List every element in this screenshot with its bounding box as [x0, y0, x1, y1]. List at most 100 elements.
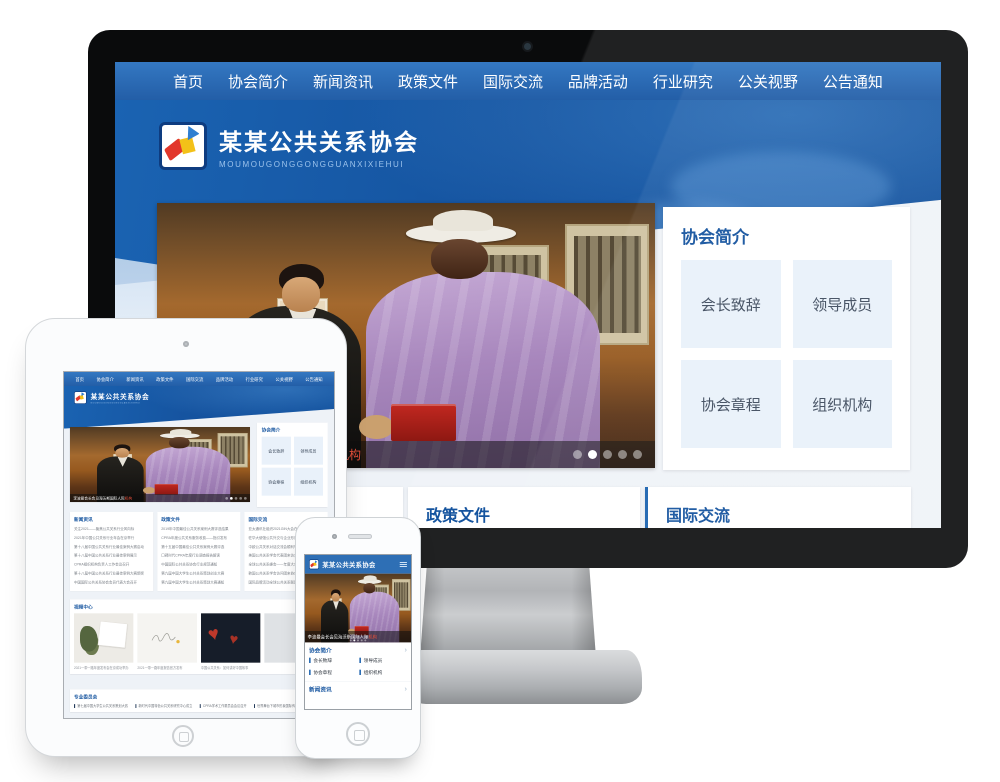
video-caption[interactable]: 中国公共关系：如何讲好中国故事: [201, 665, 260, 670]
nav-item-news[interactable]: 新闻资讯: [313, 71, 373, 92]
policy-list-item[interactable]: 第九届中国大学生公共关系策划大赛通知: [161, 578, 236, 587]
phone-home-button[interactable]: [346, 722, 370, 746]
about-link-charter[interactable]: 协会章程: [681, 360, 781, 448]
committee-link[interactable]: ▌新时代中国特色公共关系研究中心成立: [135, 703, 192, 708]
about-panel: 协会简介 会长致辞 领导成员 协会章程 组织机构: [663, 207, 910, 470]
about-link-chairman[interactable]: 会长致辞: [262, 437, 291, 465]
news-column: 新闻资讯 关注2021——聚焦公共关系行业风向标 2021年中国公共关系行业年会…: [70, 512, 153, 591]
committee-section-title: 专业委员会: [74, 693, 324, 700]
about-link-chairman[interactable]: 会长致辞: [309, 657, 357, 664]
nav-item-brand[interactable]: 品牌活动: [568, 71, 628, 92]
news-list-item[interactable]: 第十八届中国公共关系行业最佳案例大赛启动: [74, 543, 149, 552]
carousel-dot[interactable]: [603, 450, 612, 459]
logo-subtitle: MOUMOUGONGGONGGUANXIXIEHUI: [219, 160, 419, 169]
about-link-leaders[interactable]: 领导成员: [294, 437, 323, 465]
nav-item-international[interactable]: 国际交流: [186, 376, 203, 382]
policy-list-item[interactable]: 第九届中国大学生公共关系策划创业大赛: [161, 569, 236, 578]
video-thumb-hearts[interactable]: ♥♥: [201, 613, 260, 662]
phone-screen: 某某公共关系协会 李波曼会长会见海沃斯国际人际机构: [304, 554, 412, 710]
video-caption[interactable]: 2021一带一路年度发布会在京成功举办: [74, 665, 133, 670]
carousel-dot[interactable]: [633, 450, 642, 459]
committee-link[interactable]: ▌CPRA学术工作委员会会议召开: [200, 703, 247, 708]
news-list-item[interactable]: 2021年中国公共关系行业年会在京举行: [74, 534, 149, 543]
about-link-chairman[interactable]: 会长致辞: [681, 260, 781, 348]
carousel-dot[interactable]: [235, 497, 238, 500]
carousel-dot[interactable]: [357, 639, 359, 641]
video-caption[interactable]: 2021一带一路年度报告官方发布: [137, 665, 196, 670]
carousel-dot[interactable]: [239, 497, 242, 500]
news-list-item[interactable]: CPRA组织机构负责人工作会议召开: [74, 560, 149, 569]
nav-item-research[interactable]: 行业研究: [246, 376, 263, 382]
carousel-dot[interactable]: [225, 497, 228, 500]
carousel-dot-active[interactable]: [230, 497, 233, 500]
video-thumb-flatlay[interactable]: [74, 613, 133, 662]
logo-flag-icon: [74, 391, 87, 404]
about-link-charter[interactable]: 协会章程: [262, 468, 291, 496]
carousel-dot-active[interactable]: [588, 450, 597, 459]
chevron-right-icon: ›: [405, 646, 407, 653]
news-column-title: 新闻资讯: [74, 516, 149, 523]
logo-title: 某某公共关系协会: [322, 560, 375, 569]
about-link-org[interactable]: 组织机构: [793, 360, 893, 448]
phone-camera-icon: [332, 534, 337, 539]
news-list-item[interactable]: 关注2021——聚焦公共关系行业风向标: [74, 525, 149, 534]
committee-link[interactable]: ▌第七届中国大学生公共关系策划大赛: [74, 703, 128, 708]
news-list-item[interactable]: 第十八届中国公共关系行业最佳案例大赛颁奖: [74, 569, 149, 578]
video-thumb-note[interactable]: [137, 613, 196, 662]
nav-item-brand[interactable]: 品牌活动: [216, 376, 233, 382]
policy-list-item[interactable]: 中国国际公共关系协会行业规范通知: [161, 560, 236, 569]
nav-item-notice[interactable]: 公告通知: [823, 71, 883, 92]
about-link-leaders[interactable]: 领导成员: [359, 657, 407, 664]
news-list-item[interactable]: 第十八届中国公共关系行业最佳案例展示: [74, 551, 149, 560]
site-logo[interactable]: 某某公共关系协会 MOUMOUGONGGONGGUANXIXIEHUI: [159, 122, 419, 170]
hamburger-menu-icon[interactable]: [400, 561, 407, 568]
nav-item-about[interactable]: 协会简介: [228, 71, 288, 92]
about-link-leaders[interactable]: 领导成员: [793, 260, 893, 348]
policy-list-item[interactable]: 第十五届中国最佳公共关系案例大赛评选: [161, 543, 236, 552]
policy-list-item[interactable]: CPRA年度公共关系服务收费——指引发布: [161, 534, 236, 543]
site-logo[interactable]: 某某公共关系协会 MOUMOUGONGGONGGUANXIXIEHUI: [74, 391, 149, 404]
hero-carousel-slide[interactable]: 李波曼会长会见海沃斯国际人际机构: [70, 427, 250, 502]
tablet-camera-icon: [183, 341, 189, 347]
about-panel-title: 协会简介: [681, 223, 892, 248]
policy-list-item[interactable]: 2019年中国最佳公共关系案例大赛评选结果: [161, 525, 236, 534]
tablet-home-button[interactable]: [172, 725, 194, 747]
policy-column: 政策文件 2019年中国最佳公共关系案例大赛评选结果 CPRA年度公共关系服务收…: [157, 512, 240, 591]
logo-flag-icon: [159, 122, 207, 170]
webcam-icon: [524, 43, 531, 50]
nav-item-news[interactable]: 新闻资讯: [126, 376, 143, 382]
carousel-dot[interactable]: [573, 450, 582, 459]
news-section-header[interactable]: 新闻资讯 ›: [305, 681, 411, 696]
carousel-dot[interactable]: [361, 639, 363, 641]
about-panel: 协会简介 会长致辞 领导成员 协会章程 组织机构: [257, 423, 328, 507]
main-navbar: 首页 协会简介 新闻资讯 政策文件 国际交流 品牌活动 行业研究 公关视野 公告…: [115, 62, 941, 100]
about-link-org[interactable]: 组织机构: [359, 669, 407, 676]
nav-item-vision[interactable]: 公关视野: [738, 71, 798, 92]
nav-item-vision[interactable]: 公关视野: [275, 376, 292, 382]
carousel-dot[interactable]: [244, 497, 247, 500]
nav-item-policy[interactable]: 政策文件: [156, 376, 173, 382]
news-list-item[interactable]: 中国国际公共关系协会会员代表大会召开: [74, 578, 149, 587]
logo-subtitle: MOUMOUGONGGONGGUANXIXIEHUI: [91, 402, 150, 404]
monitor-stand-base: [406, 650, 642, 704]
carousel-caption: 李波曼会长会见海沃斯国际人际机构: [70, 494, 250, 502]
nav-item-about[interactable]: 协会简介: [96, 376, 113, 382]
carousel-dot[interactable]: [350, 639, 352, 641]
about-link-charter[interactable]: 协会章程: [309, 669, 357, 676]
nav-item-policy[interactable]: 政策文件: [398, 71, 458, 92]
about-section-header[interactable]: 协会简介 ›: [305, 642, 411, 657]
phone-header: 某某公共关系协会: [305, 555, 411, 574]
nav-item-international[interactable]: 国际交流: [483, 71, 543, 92]
nav-item-home[interactable]: 首页: [173, 71, 203, 92]
nav-item-home[interactable]: 首页: [75, 376, 84, 382]
policy-list-item[interactable]: 口碑时代CPRA年度行业调查报告解读: [161, 551, 236, 560]
hero-carousel-slide[interactable]: 李波曼会长会见海沃斯国际人际机构: [305, 574, 411, 643]
carousel-dot[interactable]: [618, 450, 627, 459]
carousel-dot-active[interactable]: [353, 639, 355, 641]
nav-item-research[interactable]: 行业研究: [653, 71, 713, 92]
nav-item-notice[interactable]: 公告通知: [305, 376, 322, 382]
about-link-org[interactable]: 组织机构: [294, 468, 323, 496]
about-links: 会长致辞 领导成员 协会章程 组织机构: [305, 657, 411, 678]
carousel-dot[interactable]: [364, 639, 366, 641]
photo-two-officials: [70, 427, 250, 502]
